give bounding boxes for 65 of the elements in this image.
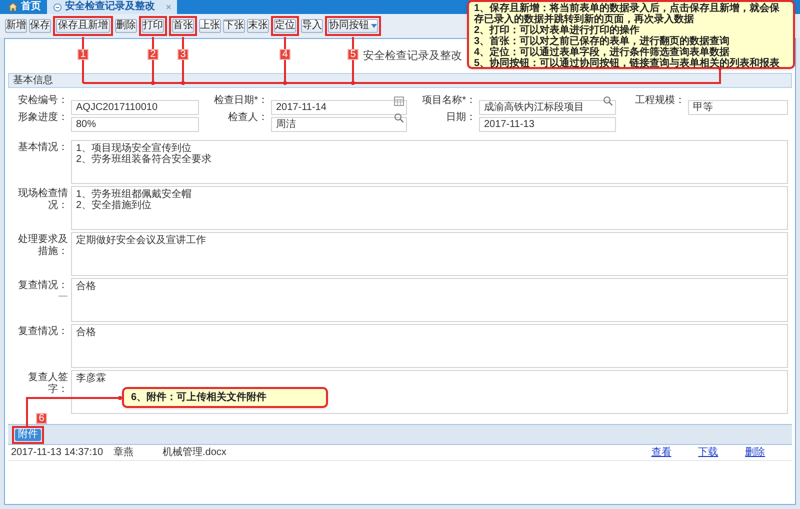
action-link[interactable]: 查看 [651,445,698,460]
toolbar-button[interactable]: 删除 [115,19,137,33]
toolbar-button[interactable]: 保存且新增 [56,19,110,33]
tab[interactable]: 安全检查记录及整改 × [47,0,178,14]
field-label-note: 一 [58,292,68,303]
input-field[interactable]: 周洁 [271,116,407,132]
search-icon[interactable] [394,113,404,123]
callout-text: 6、附件：可上传相关文件附件 [131,390,268,405]
input-field[interactable]: 甲等 [688,100,788,114]
table-cell-text: 机械管理.docx [162,446,228,460]
calendar-icon[interactable] [394,96,404,106]
number-badge: 1 [78,49,88,60]
input-field[interactable]: AQJC2017110010 [71,100,199,115]
search-icon[interactable] [603,96,613,106]
field-label: 日期： [445,111,476,125]
field-label: 工程规模： [634,94,685,108]
field-label: 复查情况： [17,280,68,292]
field-label: 复查人签字： [27,372,68,396]
input-field[interactable]: 成渝高铁内江标段项目 [479,100,616,114]
attachment-button[interactable]: 附件 [15,428,41,440]
form-title: 安全检查记录及整改 [363,48,462,64]
table-cell-text: 2017-11-13 14:37:10 [10,446,104,460]
input-field[interactable]: 2017-11-13 [479,117,616,132]
toolbar-button[interactable]: 下张 [223,19,245,33]
number-badge: 4 [280,49,290,60]
field-label: 项目名称*： [421,94,476,108]
field-label: 复查情况： [17,326,68,338]
field-label: 安检编号： [17,94,68,108]
input-field[interactable]: 80% [71,117,199,132]
field-label: 处理要求及措施： [17,234,68,258]
toolbar-button[interactable]: 上张 [199,19,221,33]
toolbar-button[interactable]: 首张 [172,19,194,33]
number-badge: 2 [148,49,158,60]
callout-text: 5、协同按钮：可以通过协同按钮，链接查询与表单相关的列表和报表 [474,58,781,69]
number-badge: 5 [348,49,358,60]
text-area[interactable]: 合格 [71,278,788,322]
home-icon [8,2,18,12]
text-area[interactable]: 1、项目现场安全宣传到位 2、劳务班组装备符合安全要求 [71,140,788,184]
number-badge: 3 [178,49,188,60]
action-link[interactable]: 下载 [698,445,746,460]
tab[interactable]: 首页 [2,0,47,14]
number-badge: 6 [36,413,47,424]
callout-text: 2、打印：可以对表单进行打印的操作 [474,25,640,36]
callout-text: 1、保存且新增：将当前表单的数据录入后，点击保存且新增，就会保存已录入的数据并跳转到新的页面，再次录入数据 [474,3,781,25]
toolbar-button[interactable]: 导入 [301,19,323,33]
circle-icon [53,2,62,12]
toolbar-button[interactable]: 末张 [247,19,269,33]
text-area[interactable]: 合格 [71,324,788,368]
input-field[interactable]: 2017-11-14 [271,100,407,115]
action-link[interactable]: 删除 [745,445,792,460]
field-label: 检查人： [227,111,268,125]
text-area[interactable]: 定期做好安全会议及宣讲工作 [71,232,788,276]
toolbar-button[interactable]: 协同按钮 [328,19,378,33]
text-area[interactable]: 1、劳务班组都佩戴安全帽 2、安全措施到位 [71,186,788,230]
table-cell-text: 章燕 [114,446,135,460]
field-label: 检查日期*： [213,94,268,108]
field-label: 形象进度： [17,111,68,125]
field-label: 现场检查情况： [17,188,68,212]
toolbar-button[interactable]: 新增 [5,19,27,33]
toolbar-button[interactable]: 定位 [274,19,296,33]
callout-text: 4、定位：可以通过表单字段，进行条件筛选查询表单数据 [474,47,730,58]
callout-text: 3、首张：可以对之前已保存的表单，进行翻页的数据查询 [474,36,731,47]
toolbar-button[interactable]: 保存 [29,19,51,33]
toolbar-button[interactable]: 打印 [142,19,164,33]
field-label: 基本情况： [17,142,68,154]
